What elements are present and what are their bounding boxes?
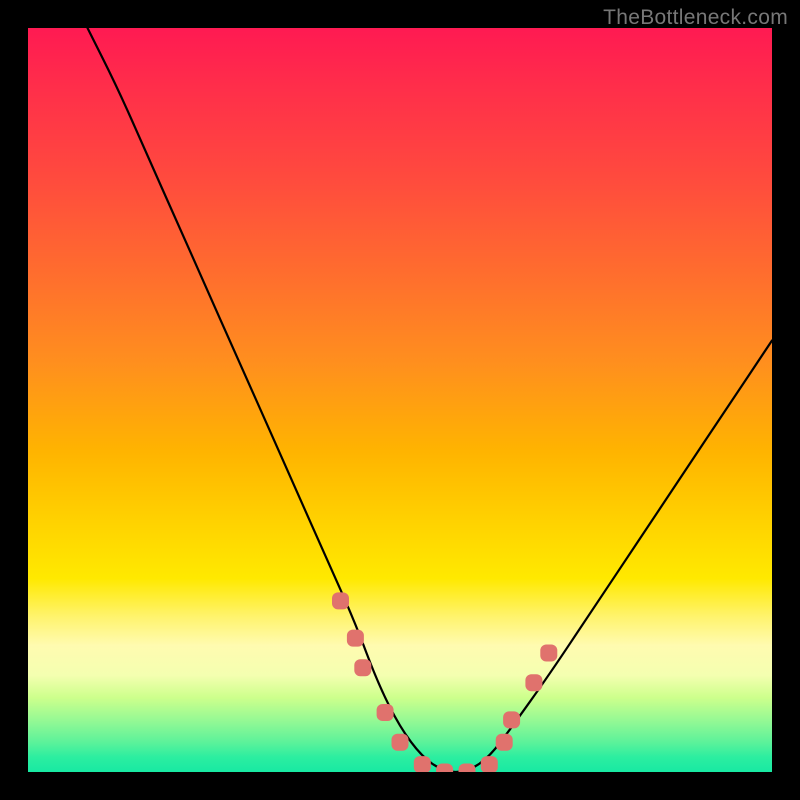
curve-marker: [540, 645, 557, 662]
marker-layer: [332, 592, 557, 772]
curve-marker: [414, 756, 431, 772]
curve-marker: [332, 592, 349, 609]
curve-marker: [436, 764, 453, 773]
curve-marker: [377, 704, 394, 721]
curve-layer: [28, 28, 772, 772]
curve-marker: [354, 659, 371, 676]
bottleneck-curve: [88, 28, 773, 772]
curve-marker: [496, 734, 513, 751]
curve-marker: [459, 764, 476, 773]
plot-area: [28, 28, 772, 772]
chart-frame: TheBottleneck.com: [0, 0, 800, 800]
curve-marker: [347, 630, 364, 647]
curve-marker: [525, 674, 542, 691]
curve-marker: [503, 711, 520, 728]
curve-marker: [392, 734, 409, 751]
curve-marker: [481, 756, 498, 772]
watermark-label: TheBottleneck.com: [603, 6, 788, 30]
